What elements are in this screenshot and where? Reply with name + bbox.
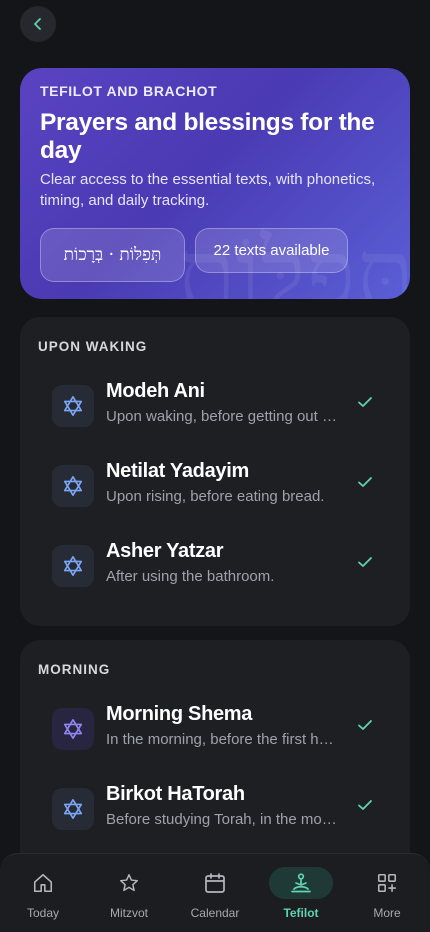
star-of-david-icon xyxy=(63,719,83,739)
star-of-david-icon xyxy=(63,799,83,819)
prayer-name: Modeh Ani xyxy=(106,380,205,402)
tab-label: Calendar xyxy=(190,906,240,920)
section-title: UPON WAKING xyxy=(38,339,148,354)
calendar-icon xyxy=(202,870,228,896)
star-of-david-icon xyxy=(63,396,83,416)
prayer-item-morning-shema[interactable]: Morning Shema In the morning, before the… xyxy=(52,703,382,765)
prayer-timing: Upon rising, before eating bread. xyxy=(106,488,325,505)
section-title: MORNING xyxy=(38,662,111,677)
prayer-timing: Before studying Torah, in the morning. xyxy=(106,811,340,828)
tab-mitzvot[interactable]: Mitzvot xyxy=(86,854,172,932)
check-icon xyxy=(358,720,372,730)
home-icon xyxy=(30,870,56,896)
hero-description: Clear access to the essential texts, wit… xyxy=(40,171,376,209)
bottom-tab-bar: Today Mitzvot Calendar Tefilot More xyxy=(0,853,430,932)
hebrew-title-chip: תְּפִלּוֹת · בְּרָכוֹת xyxy=(40,228,185,282)
prayer-icon-box xyxy=(52,465,94,507)
check-icon xyxy=(358,557,372,567)
tab-label: Today xyxy=(26,906,60,920)
prayer-item-netilat-yadayim[interactable]: Netilat Yadayim Upon rising, before eati… xyxy=(52,460,382,522)
grid-plus-icon xyxy=(374,870,400,896)
prayer-name: Asher Yatzar xyxy=(106,540,224,562)
tab-label: Tefilot xyxy=(283,906,319,920)
prayer-icon xyxy=(288,870,314,896)
back-button[interactable] xyxy=(20,6,56,42)
prayer-icon-box xyxy=(52,385,94,427)
prayer-timing: In the morning, before the first hours. xyxy=(106,731,340,748)
tab-calendar[interactable]: Calendar xyxy=(172,854,258,932)
prayer-item-birkot-hatorah[interactable]: Birkot HaTorah Before studying Torah, in… xyxy=(52,783,382,845)
prayer-icon-box xyxy=(52,788,94,830)
tab-tefilot[interactable]: Tefilot xyxy=(258,854,344,932)
check-icon xyxy=(358,800,372,810)
texts-count-chip: 22 texts available xyxy=(195,228,348,273)
tefilot-screen: תְּפִלּוֹת TEFILOT AND BRACHOT Prayers a… xyxy=(0,0,430,932)
tab-more[interactable]: More xyxy=(344,854,430,932)
hero-eyebrow: TEFILOT AND BRACHOT xyxy=(40,83,218,99)
prayer-timing: Upon waking, before getting out of bed. xyxy=(106,408,340,425)
hero-card: תְּפִלּוֹת TEFILOT AND BRACHOT Prayers a… xyxy=(20,68,410,299)
section-upon-waking: UPON WAKING Modeh Ani Upon waking, befor… xyxy=(20,317,410,626)
prayer-item-modeh-ani[interactable]: Modeh Ani Upon waking, before getting ou… xyxy=(52,380,382,442)
prayer-item-asher-yatzar[interactable]: Asher Yatzar After using the bathroom. xyxy=(52,540,382,602)
hero-title: Prayers and blessings for the day xyxy=(40,109,375,164)
star-of-david-icon xyxy=(63,476,83,496)
prayer-timing: After using the bathroom. xyxy=(106,568,275,585)
prayer-icon-box xyxy=(52,708,94,750)
tab-label: Mitzvot xyxy=(109,906,148,920)
check-icon xyxy=(358,397,372,407)
star-of-david-icon xyxy=(63,556,83,576)
prayer-name: Netilat Yadayim xyxy=(106,460,249,482)
prayer-name: Birkot HaTorah xyxy=(106,783,245,805)
tab-label: More xyxy=(373,906,401,920)
star-icon xyxy=(116,870,142,896)
chevron-left-icon xyxy=(34,18,41,30)
prayer-icon-box xyxy=(52,545,94,587)
prayer-name: Morning Shema xyxy=(106,703,253,725)
check-icon xyxy=(358,477,372,487)
tab-today[interactable]: Today xyxy=(0,854,86,932)
